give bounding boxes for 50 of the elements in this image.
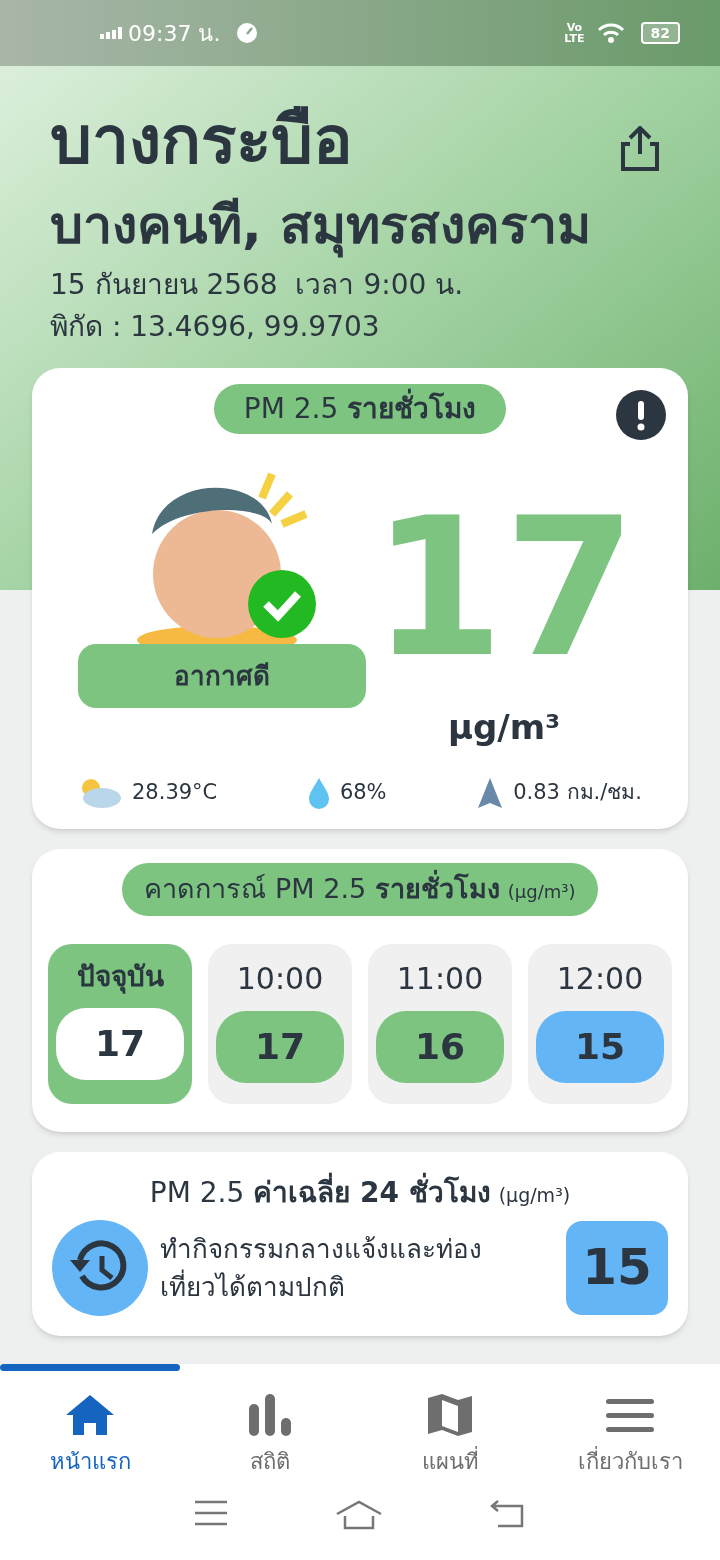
battery-icon: 82: [640, 22, 680, 44]
wind-direction-icon: [477, 777, 504, 809]
volte-indicator: Vo LTE: [564, 22, 585, 44]
hour-label: 10:00: [236, 959, 324, 998]
map-icon: [426, 1392, 474, 1438]
forecast-hour-tile[interactable]: 11:00 16: [368, 943, 512, 1104]
location-subtitle: บางคนที, สมุทรสงคราม: [50, 190, 670, 260]
wifi-icon: [596, 22, 625, 44]
hour-value: 17: [216, 1010, 344, 1083]
hour-value: 15: [536, 1010, 664, 1083]
average-title: PM 2.5 ค่าเฉลี่ย 24 ชั่วโมง: [149, 1171, 491, 1214]
menu-icon: [605, 1397, 655, 1433]
weather-reading: 28.39°C: [132, 779, 218, 807]
signal-icon: [100, 27, 124, 39]
share-icon[interactable]: [620, 126, 660, 172]
hour-value: 16: [376, 1010, 504, 1083]
date-time: 15 กันยายน 2568 เวลา 9:00 น.: [50, 267, 465, 303]
history-icon: [52, 1219, 148, 1316]
hour-label: ปัจจุบัน: [76, 958, 164, 996]
pm-unit: µg/m³: [447, 706, 561, 749]
air-quality-status: อากาศดี: [78, 644, 366, 708]
nav-tab[interactable]: สถิติ: [180, 1391, 360, 1478]
advice-text: ทำกิจกรรมกลางแจ้งและท่องเที่ยวได้ตามปกติ: [160, 1232, 483, 1304]
hour-label: 12:00: [556, 959, 644, 998]
hour-label: 11:00: [396, 959, 484, 998]
weather-reading: 0.83 กม./ชม.: [513, 779, 642, 807]
pm-value: 17: [371, 484, 637, 694]
home-button-icon[interactable]: [335, 1500, 383, 1530]
gauge-icon: [236, 22, 259, 44]
card-heading: PM 2.5 รายชั่วโมง: [213, 384, 507, 434]
location-title: บางกระบือ: [50, 101, 353, 181]
forecast-hour-tile[interactable]: 10:00 17: [208, 943, 352, 1104]
average-unit: (µg/m³): [498, 1182, 571, 1208]
recent-apps-icon[interactable]: [193, 1500, 228, 1526]
nav-tab[interactable]: แผนที่: [360, 1391, 540, 1478]
bar-chart-icon: [247, 1394, 293, 1436]
average-value: 15: [566, 1220, 668, 1315]
water-drop-icon: [307, 777, 330, 809]
weather-reading: 68%: [339, 779, 387, 807]
status-time: 09:37 น.: [128, 19, 221, 48]
info-icon[interactable]: [616, 390, 666, 440]
forecast-unit: (µg/m³): [507, 880, 576, 904]
coordinates: พิกัด : 13.4696, 99.9703: [50, 309, 381, 345]
nav-tab[interactable]: เกี่ยวกับเรา: [540, 1391, 720, 1478]
home-icon: [64, 1393, 116, 1437]
forecast-title: คาดการณ์ PM 2.5 รายชั่วโมง: [144, 869, 500, 910]
nav-tab[interactable]: หน้าแรก: [0, 1391, 180, 1478]
hour-value: 17: [56, 1007, 184, 1080]
forecast-hour-tile[interactable]: ปัจจุบัน 17: [48, 943, 192, 1104]
forecast-hour-tile[interactable]: 12:00 15: [528, 943, 672, 1104]
